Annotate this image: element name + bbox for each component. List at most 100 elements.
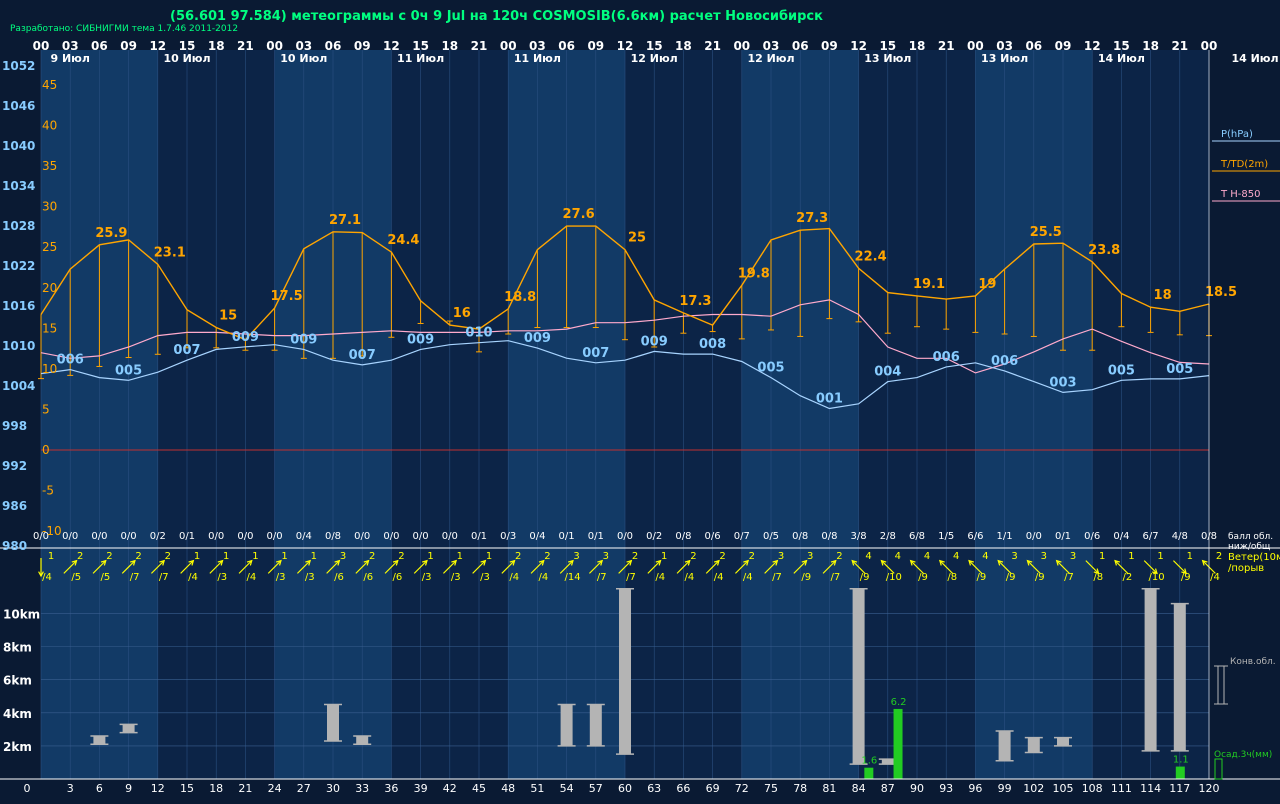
hour-tick-label: 03 (763, 39, 780, 53)
bottom-hour-label: 102 (1023, 782, 1044, 795)
bottom-hour-label: 3 (67, 782, 74, 795)
temp-value-label: 27.6 (563, 207, 595, 222)
wind-speed-label: 1 (457, 551, 463, 562)
pressure-tick-label: 1028 (2, 219, 35, 233)
precip-bar (864, 767, 874, 779)
temp-tick-label: 10 (42, 362, 57, 376)
wind-speed-label: 1 (252, 551, 258, 562)
bottom-hour-label: 66 (676, 782, 690, 795)
wind-speed-label: 1 (1128, 551, 1134, 562)
cloud-okta-label: 0/0 (383, 531, 399, 542)
cloud-okta-label: 0/1 (179, 531, 195, 542)
pressure-value-label: 006 (991, 354, 1018, 369)
bottom-hour-label: 42 (443, 782, 457, 795)
wind-gust-label: /4 (247, 572, 257, 583)
hour-tick-label: 00 (1201, 39, 1218, 53)
wind-speed-label: 2 (719, 551, 725, 562)
hour-tick-label: 18 (909, 39, 926, 53)
cloud-okta-label: 0/0 (617, 531, 633, 542)
wind-gust-label: /7 (626, 572, 636, 583)
legend-t850-label: T H-850 (1220, 189, 1261, 200)
convective-cloud-bar (1173, 603, 1186, 751)
wind-speed-label: 2 (1216, 551, 1222, 562)
wind-speed-label: 2 (135, 551, 141, 562)
legend-gust-label: /порыв (1228, 563, 1264, 574)
cloud-okta-label: 1/5 (938, 531, 954, 542)
bottom-hour-label: 15 (180, 782, 194, 795)
pressure-value-label: 009 (524, 331, 551, 346)
legend-cloud-total-label: ниж/общ (1228, 542, 1271, 552)
wind-gust-label: /9 (801, 572, 811, 583)
temp-tick-label: 15 (42, 321, 57, 335)
bottom-hour-label: 96 (968, 782, 982, 795)
hour-tick-label: 21 (938, 39, 955, 53)
wind-speed-label: 4 (982, 551, 988, 562)
wind-speed-label: 2 (836, 551, 842, 562)
bottom-hour-label: 75 (764, 782, 778, 795)
pressure-value-label: 006 (57, 353, 84, 368)
bottom-hour-label: 114 (1140, 782, 1161, 795)
wind-speed-label: 2 (106, 551, 112, 562)
date-label: 12 Июл (747, 52, 794, 65)
pressure-tick-label: 986 (2, 499, 27, 513)
cloud-okta-label: 0/4 (296, 531, 312, 542)
wind-gust-label: /3 (305, 572, 315, 583)
wind-speed-label: 3 (807, 551, 813, 562)
cloud-okta-label: 0/6 (1084, 531, 1100, 542)
wind-speed-label: 2 (165, 551, 171, 562)
pressure-tick-label: 1046 (2, 99, 35, 113)
cloud-okta-label: 0/0 (442, 531, 458, 542)
wind-gust-label: /7 (597, 572, 607, 583)
date-label: 10 Июл (280, 52, 327, 65)
hour-tick-label: 12 (850, 39, 867, 53)
wind-speed-label: 1 (427, 551, 433, 562)
convective-cloud-bar (998, 731, 1011, 761)
temp-value-label: 19 (978, 277, 996, 292)
temp-tick-label: -5 (42, 484, 54, 498)
wind-speed-label: 2 (632, 551, 638, 562)
temp-value-label: 27.3 (796, 211, 828, 226)
convective-cloud-bar (1027, 737, 1040, 753)
pressure-tick-label: 998 (2, 419, 27, 433)
wind-speed-label: 3 (1041, 551, 1047, 562)
cloud-okta-label: 6/6 (967, 531, 983, 542)
bottom-hour-label: 99 (998, 782, 1012, 795)
precip-bar (1175, 766, 1185, 779)
pressure-tick-label: 1022 (2, 259, 35, 273)
hour-tick-label: 09 (587, 39, 604, 53)
bottom-hour-label: 6 (96, 782, 103, 795)
pressure-value-label: 004 (874, 365, 901, 380)
temp-value-label: 18.5 (1205, 285, 1237, 300)
pressure-value-label: 005 (1166, 362, 1193, 377)
hour-tick-label: 15 (646, 39, 663, 53)
temp-tick-label: 25 (42, 240, 57, 254)
temp-tick-label: 35 (42, 159, 57, 173)
credit-line: Разработано: СИБНИГМИ тема 1.7.46 2011-2… (10, 24, 238, 34)
pressure-value-label: 007 (173, 343, 200, 358)
hour-tick-label: 12 (617, 39, 634, 53)
hour-tick-label: 06 (558, 39, 575, 53)
bottom-hour-label: 30 (326, 782, 340, 795)
wind-gust-label: /2 (1123, 572, 1133, 583)
legend-convective-label: Конв.обл. (1230, 657, 1276, 667)
wind-speed-label: 2 (515, 551, 521, 562)
wind-gust-label: /9 (1181, 572, 1191, 583)
pressure-tick-label: 1034 (2, 179, 35, 193)
bottom-hour-label: 111 (1111, 782, 1132, 795)
wind-speed-label: 1 (1187, 551, 1193, 562)
wind-speed-label: 2 (77, 551, 83, 562)
convective-cloud-bar (122, 724, 135, 733)
cloud-okta-label: 0/0 (91, 531, 107, 542)
cloud-okta-label: 0/0 (1026, 531, 1042, 542)
wind-speed-label: 3 (1011, 551, 1017, 562)
precip-bar (893, 708, 903, 779)
wind-speed-label: 1 (661, 551, 667, 562)
wind-gust-label: /4 (743, 572, 753, 583)
pressure-tick-label: 980 (2, 539, 27, 553)
temp-value-label: 19.8 (738, 266, 770, 281)
hour-tick-label: 21 (237, 39, 254, 53)
temp-tick-label: 40 (42, 119, 57, 133)
cloud-okta-label: 0/0 (62, 531, 78, 542)
wind-gust-label: /6 (334, 572, 344, 583)
temp-value-label: 27.1 (329, 213, 361, 228)
